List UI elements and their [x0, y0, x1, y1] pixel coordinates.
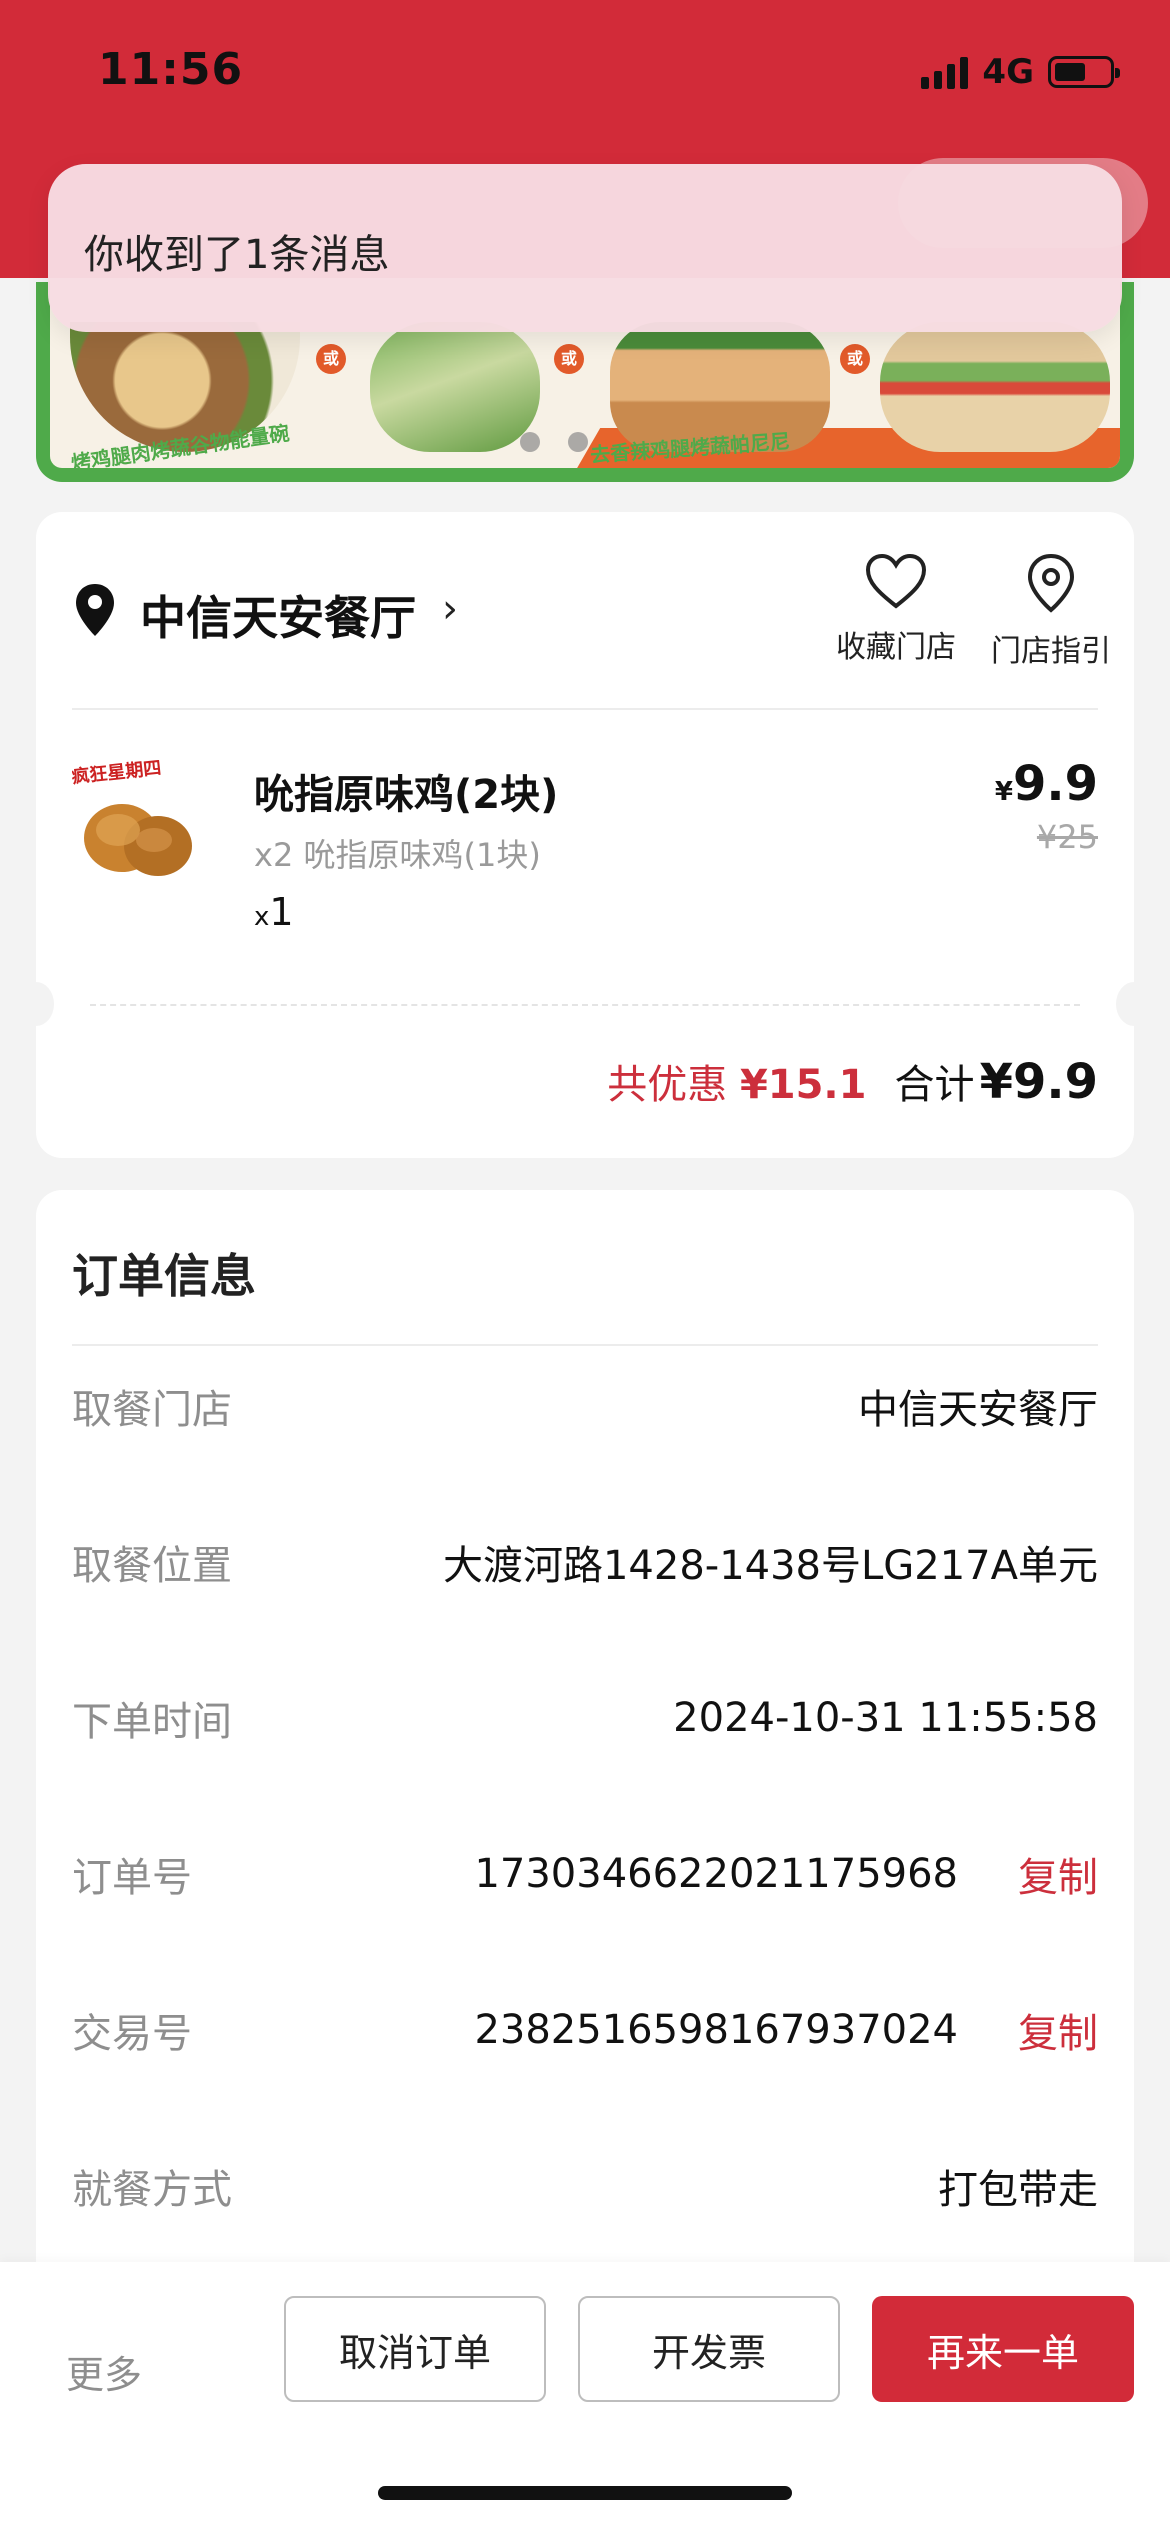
more-button[interactable]: 更多 [66, 2344, 142, 2399]
info-value: 大渡河路1428-1438号LG217A单元 [442, 1543, 1098, 1589]
total-label: 合计 [894, 1062, 975, 1108]
discount-total: 共优惠 ¥15.1 [607, 1052, 866, 1110]
banner-food-image-wrap [370, 322, 540, 452]
divider [72, 1344, 1098, 1346]
or-badge: 或 [554, 344, 584, 374]
item-quantity: x1 [254, 890, 294, 934]
item-detail: x2 吮指原味鸡(1块) [254, 836, 541, 874]
price-value: 9.9 [1012, 756, 1098, 812]
status-bar: 11:56 4G [0, 0, 1170, 150]
favorite-store-label: 收藏门店 [836, 630, 956, 665]
info-label: 取餐位置 [72, 1543, 232, 1589]
dashed-divider [90, 1004, 1080, 1006]
info-value: 打包带走 [938, 2167, 1098, 2213]
currency-symbol: ¥ [994, 777, 1013, 807]
item-original-price: ¥25 [1036, 818, 1098, 856]
favorite-store-button[interactable]: 收藏门店 [826, 552, 966, 666]
fried-chicken-image: 疯狂星期四 [72, 760, 192, 876]
ticket-notch-left [18, 982, 54, 1026]
notification-toast[interactable]: 你收到了1条消息 [48, 164, 1122, 332]
grand-total: 合计 ¥9.9 [894, 1052, 1098, 1110]
total-value: ¥9.9 [979, 1054, 1098, 1110]
divider [72, 708, 1098, 710]
home-indicator[interactable] [378, 2486, 792, 2500]
svg-text:疯狂星期四: 疯狂星期四 [72, 760, 162, 788]
cancel-order-button[interactable]: 取消订单 [284, 2296, 546, 2402]
map-pin-outline-icon [1027, 553, 1075, 613]
quantity-prefix: x [254, 902, 270, 932]
ticket-notch-right [1116, 982, 1152, 1026]
info-value: 中信天安餐厅 [858, 1387, 1098, 1433]
info-value: 2382516598167937024 [474, 2007, 958, 2053]
info-value: 2024-10-31 11:55:58 [673, 1695, 1098, 1741]
info-label: 下单时间 [72, 1699, 232, 1745]
copy-transaction-number-button[interactable]: 复制 [1018, 2001, 1098, 2059]
discount-label: 共优惠 [607, 1062, 728, 1108]
info-label: 就餐方式 [72, 2167, 232, 2213]
copy-order-number-button[interactable]: 复制 [1018, 1845, 1098, 1903]
item-name: 吮指原味鸡(2块) [254, 772, 559, 818]
chevron-right-icon[interactable]: › [442, 586, 458, 632]
order-totals: 共优惠 ¥15.1 合计 ¥9.9 [607, 1052, 1098, 1110]
status-time: 11:56 [98, 44, 244, 95]
reorder-button[interactable]: 再来一单 [872, 2296, 1134, 2402]
order-summary-card: 中信天安餐厅 › 收藏门店 门店指引 疯狂星期四 吮指原味鸡(2块) x2 吮指… [18, 512, 1152, 1158]
network-type: 4G [982, 52, 1034, 92]
info-label: 取餐门店 [72, 1387, 232, 1433]
store-guide-label: 门店指引 [991, 634, 1111, 669]
info-label: 订单号 [72, 1855, 192, 1901]
heart-icon [865, 553, 927, 609]
status-indicators: 4G [921, 52, 1120, 92]
info-label: 交易号 [72, 2011, 192, 2057]
info-value: 1730346622021175968 [474, 1851, 958, 1897]
order-info-card: 订单信息 取餐门店 中信天安餐厅 取餐位置 大渡河路1428-1438号LG21… [36, 1190, 1134, 2290]
discount-value: ¥15.1 [739, 1062, 867, 1108]
order-info-title: 订单信息 [72, 1249, 256, 1303]
location-pin-icon [76, 584, 114, 636]
quantity-value: 1 [269, 890, 294, 934]
store-name[interactable]: 中信天安餐厅 [140, 582, 416, 648]
invoice-button[interactable]: 开发票 [578, 2296, 840, 2402]
banner-food-image-sandwich [880, 322, 1110, 452]
info-row-dining-method: 就餐方式 打包带走 [72, 2156, 1098, 2216]
cellular-signal-icon [921, 55, 969, 89]
info-row-pickup-store: 取餐门店 中信天安餐厅 [72, 1376, 1098, 1436]
info-row-transaction-number: 交易号 2382516598167937024 复制 [72, 2000, 1098, 2060]
notification-text: 你收到了1条消息 [84, 232, 390, 278]
info-row-order-time: 下单时间 2024-10-31 11:55:58 [72, 1688, 1098, 1748]
battery-icon [1048, 56, 1120, 88]
info-row-pickup-location: 取餐位置 大渡河路1428-1438号LG217A单元 [72, 1532, 1098, 1592]
store-guide-button[interactable]: 门店指引 [976, 552, 1126, 670]
or-badge: 或 [316, 344, 346, 374]
item-price: ¥9.9 [995, 756, 1098, 812]
info-row-order-number: 订单号 1730346622021175968 复制 [72, 1844, 1098, 1904]
banner-pagination [520, 432, 588, 452]
or-badge: 或 [840, 344, 870, 374]
